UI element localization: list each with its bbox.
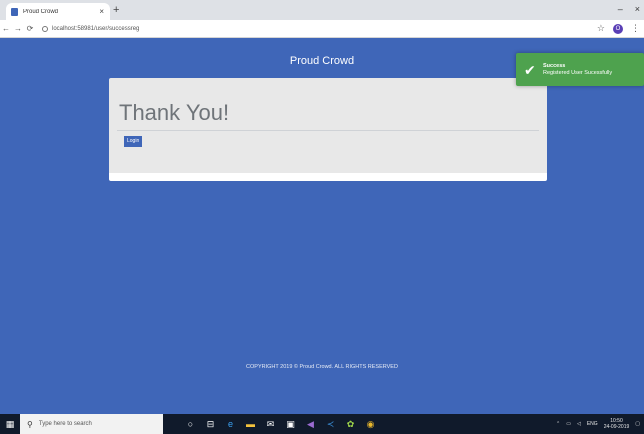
toast-title: Success xyxy=(543,63,566,69)
success-toast[interactable]: ✔ Success Registered User Sucessfully xyxy=(516,53,644,86)
toolbar-right: ☆ O ⋮ xyxy=(597,23,640,34)
edge-icon[interactable]: e xyxy=(225,419,236,430)
divider xyxy=(117,130,539,131)
address-text: localhost:58981/user/successreg xyxy=(52,25,140,32)
footer-copyright: COPYRIGHT 2019 © Proud Crowd. ALL RIGHTS… xyxy=(246,364,398,370)
window-controls: – × xyxy=(618,4,640,14)
mail-icon[interactable]: ✉ xyxy=(265,419,276,430)
network-icon[interactable]: ▭ xyxy=(566,421,571,427)
minimize-button[interactable]: – xyxy=(618,4,623,14)
toast-message: Registered User Sucessfully xyxy=(543,70,613,76)
language-indicator[interactable]: ENG xyxy=(587,421,598,427)
vscode-icon[interactable]: ≺ xyxy=(325,419,336,430)
search-placeholder: Type here to search xyxy=(38,421,92,427)
back-arrow-icon[interactable]: ← xyxy=(0,24,12,33)
taskbar-apps: ○ ⊟ e ▬ ✉ ▣ ◀ ≺ ✿ ◉ xyxy=(185,419,376,430)
bookmark-star-icon[interactable]: ☆ xyxy=(597,23,605,34)
clock[interactable]: 10:50 24-09-2019 xyxy=(604,418,630,430)
page-heading: Thank You! xyxy=(119,100,230,125)
browser-tab[interactable]: Proud Crowd × xyxy=(6,3,110,20)
address-bar[interactable]: localhost:58981/user/successreg xyxy=(42,25,140,32)
login-button[interactable]: Login xyxy=(124,136,143,147)
task-view-icon[interactable]: ⊟ xyxy=(205,419,216,430)
site-info-icon[interactable] xyxy=(42,25,48,32)
cortana-icon[interactable]: ○ xyxy=(185,419,196,430)
profile-avatar[interactable]: O xyxy=(613,23,623,34)
taskbar: ▦ ⚲ Type here to search ○ ⊟ e ▬ ✉ ▣ ◀ ≺ … xyxy=(0,414,644,434)
new-tab-button[interactable]: + xyxy=(113,3,119,17)
clock-date: 24-09-2019 xyxy=(603,424,630,430)
tray-chevron-icon[interactable]: ⌃ xyxy=(556,421,560,427)
close-window-button[interactable]: × xyxy=(635,4,640,14)
store-icon[interactable]: ▣ xyxy=(285,419,296,430)
thank-you-card: Thank You! Login xyxy=(109,78,547,181)
page-body: Proud Crowd Thank You! Login COPYRIGHT 2… xyxy=(0,38,644,414)
browser-tab-strip: Proud Crowd × + – × xyxy=(0,0,644,20)
tab-close-icon[interactable]: × xyxy=(99,7,104,16)
tab-title: Proud Crowd xyxy=(23,8,59,15)
checkmark-icon: ✔ xyxy=(524,62,536,78)
chrome-icon[interactable]: ◉ xyxy=(365,419,376,430)
taskbar-search[interactable]: ⚲ Type here to search xyxy=(20,414,163,434)
system-tray: ⌃ ▭ ◁ ENG 10:50 24-09-2019 ▢ xyxy=(556,414,640,434)
app-icon[interactable]: ✿ xyxy=(345,419,356,430)
volume-icon[interactable]: ◁ xyxy=(577,421,581,427)
notifications-icon[interactable]: ▢ xyxy=(635,421,640,427)
browser-toolbar: ← → ⟳ localhost:58981/user/successreg ☆ … xyxy=(0,20,644,38)
search-icon: ⚲ xyxy=(27,419,33,429)
favicon-icon xyxy=(11,7,18,16)
visual-studio-icon[interactable]: ◀ xyxy=(305,419,316,430)
windows-start-icon[interactable]: ▦ xyxy=(0,414,20,434)
reload-icon[interactable]: ⟳ xyxy=(24,24,36,33)
forward-arrow-icon[interactable]: → xyxy=(12,24,24,33)
file-explorer-icon[interactable]: ▬ xyxy=(245,419,256,430)
menu-kebab-icon[interactable]: ⋮ xyxy=(631,23,640,34)
